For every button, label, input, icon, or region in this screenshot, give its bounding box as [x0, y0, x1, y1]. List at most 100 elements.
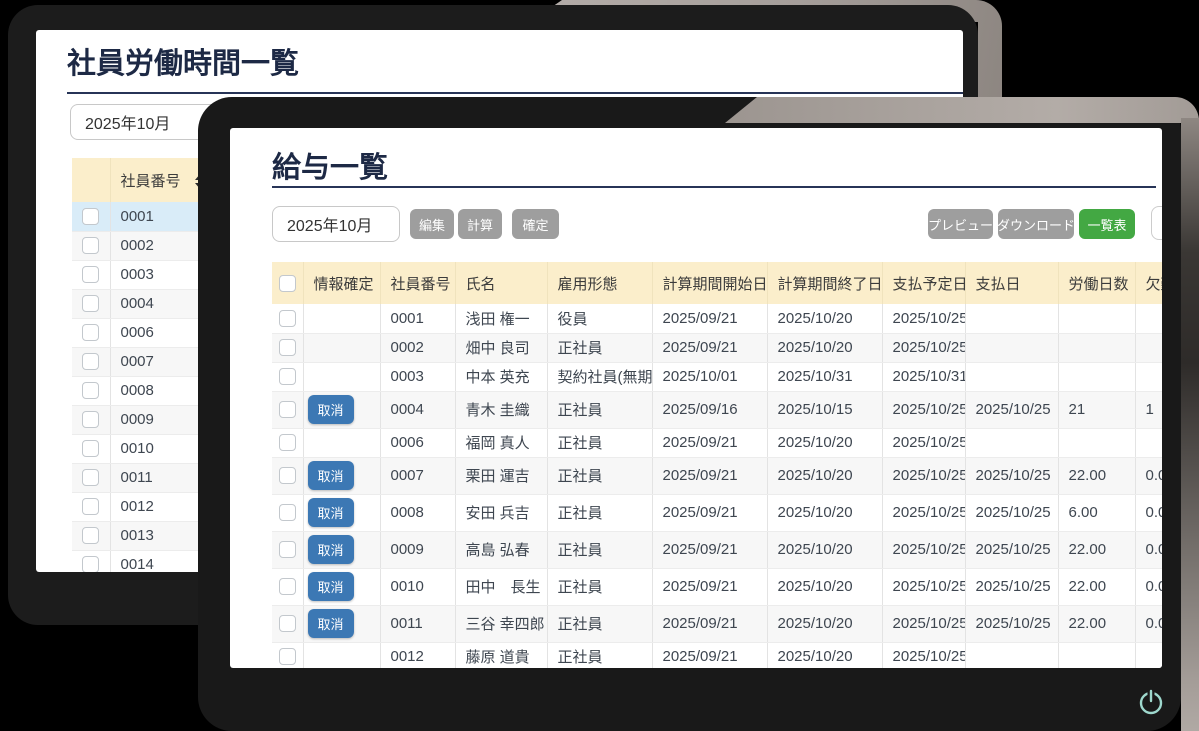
cancel-button[interactable]: 取消	[308, 498, 354, 527]
salary-row-checkbox-cell	[272, 642, 303, 668]
cancel-button[interactable]: 取消	[308, 572, 354, 601]
hours-row-checkbox[interactable]	[82, 556, 99, 572]
salary-row-checkbox[interactable]	[279, 578, 296, 595]
pay-due-date: 2025/10/25	[882, 605, 965, 642]
salary-row-checkbox[interactable]	[279, 401, 296, 418]
salary-select-all-checkbox[interactable]	[279, 275, 296, 292]
cancel-button[interactable]: 取消	[308, 395, 354, 424]
absence-days	[1135, 304, 1162, 333]
absence-days: 0.00	[1135, 531, 1162, 568]
employment-type: 正社員	[547, 494, 652, 531]
clipped-toolbar-button[interactable]	[1151, 206, 1162, 240]
pay-due-date: 2025/10/25	[882, 568, 965, 605]
preview-button[interactable]: プレビュー	[928, 209, 993, 239]
employee-name: 栗田 運吉	[455, 457, 547, 494]
salary-row-0008: 取消0008安田 兵吉正社員2025/09/212025/10/202025/1…	[272, 494, 1162, 531]
hours-header-checkbox-cell	[72, 158, 110, 202]
absence-days: 0.00	[1135, 605, 1162, 642]
period-end: 2025/10/15	[767, 391, 882, 428]
pay-date	[965, 362, 1058, 391]
absence-days: 1	[1135, 391, 1162, 428]
hours-row-checkbox[interactable]	[82, 353, 99, 370]
hours-row-checkbox[interactable]	[82, 440, 99, 457]
work-days: 21	[1058, 391, 1135, 428]
absence-days	[1135, 642, 1162, 668]
period-start: 2025/09/21	[652, 531, 767, 568]
employee-number: 0006	[380, 428, 455, 457]
employment-type: 正社員	[547, 428, 652, 457]
period-end: 2025/10/20	[767, 333, 882, 362]
absence-days: 0.00	[1135, 457, 1162, 494]
salary-row-checkbox[interactable]	[279, 434, 296, 451]
salary-header-col-9: 労働日数	[1058, 262, 1135, 304]
hours-row-checkbox[interactable]	[82, 469, 99, 486]
salary-row-checkbox[interactable]	[279, 615, 296, 632]
salary-header-col-3: 氏名	[455, 262, 547, 304]
employment-type: 正社員	[547, 605, 652, 642]
employee-name: 青木 圭織	[455, 391, 547, 428]
salary-row-checkbox-cell	[272, 428, 303, 457]
period-end: 2025/10/31	[767, 362, 882, 391]
work-days	[1058, 428, 1135, 457]
edit-button[interactable]: 編集	[410, 209, 454, 239]
cancel-button[interactable]: 取消	[308, 461, 354, 490]
salary-title-rule	[272, 186, 1156, 188]
pay-date	[965, 304, 1058, 333]
download-button[interactable]: ダウンロード	[998, 209, 1074, 239]
calculate-button[interactable]: 計算	[458, 209, 502, 239]
absence-days: 0.00	[1135, 568, 1162, 605]
pay-date	[965, 428, 1058, 457]
salary-row-checkbox[interactable]	[279, 368, 296, 385]
hours-row-checkbox[interactable]	[82, 324, 99, 341]
info-confirmed-cell: 取消	[303, 605, 380, 642]
period-end: 2025/10/20	[767, 457, 882, 494]
salary-header-col-7: 支払予定日	[882, 262, 965, 304]
salary-period-select[interactable]: 2025年10月	[272, 206, 400, 242]
salary-row-0009: 取消0009高島 弘春正社員2025/09/212025/10/202025/1…	[272, 531, 1162, 568]
pay-date: 2025/10/25	[965, 531, 1058, 568]
employee-number: 0003	[380, 362, 455, 391]
hours-row-checkbox[interactable]	[82, 237, 99, 254]
pay-date: 2025/10/25	[965, 457, 1058, 494]
employee-name: 高島 弘春	[455, 531, 547, 568]
period-end: 2025/10/20	[767, 494, 882, 531]
front-tablet-edge-top	[725, 97, 1199, 123]
period-start: 2025/09/21	[652, 605, 767, 642]
hours-row-checkbox-cell	[72, 347, 110, 376]
pay-due-date: 2025/10/25	[882, 642, 965, 668]
hours-row-checkbox[interactable]	[82, 411, 99, 428]
period-start: 2025/09/21	[652, 304, 767, 333]
hours-row-checkbox[interactable]	[82, 527, 99, 544]
pay-due-date: 2025/10/25	[882, 333, 965, 362]
salary-row-checkbox[interactable]	[279, 310, 296, 327]
pay-due-date: 2025/10/25	[882, 304, 965, 333]
cancel-button[interactable]: 取消	[308, 535, 354, 564]
hours-row-checkbox[interactable]	[82, 295, 99, 312]
salary-header-col-1: 情報確定	[303, 262, 380, 304]
work-days: 22.00	[1058, 605, 1135, 642]
salary-row-checkbox[interactable]	[279, 504, 296, 521]
period-start: 2025/09/21	[652, 428, 767, 457]
salary-row-checkbox-cell	[272, 333, 303, 362]
hours-row-checkbox[interactable]	[82, 208, 99, 225]
employment-type: 正社員	[547, 333, 652, 362]
list-report-button[interactable]: 一覧表	[1079, 209, 1135, 239]
pay-date	[965, 333, 1058, 362]
cancel-button[interactable]: 取消	[308, 609, 354, 638]
period-start: 2025/09/21	[652, 642, 767, 668]
hours-row-checkbox[interactable]	[82, 266, 99, 283]
hours-row-checkbox[interactable]	[82, 498, 99, 515]
employee-number: 0011	[380, 605, 455, 642]
salary-row-checkbox[interactable]	[279, 339, 296, 356]
employment-type: 正社員	[547, 457, 652, 494]
employment-type: 正社員	[547, 568, 652, 605]
pay-due-date: 2025/10/25	[882, 428, 965, 457]
confirm-button[interactable]: 確定	[512, 209, 559, 239]
salary-row-checkbox[interactable]	[279, 467, 296, 484]
salary-row-checkbox-cell	[272, 605, 303, 642]
salary-row-checkbox[interactable]	[279, 541, 296, 558]
hours-page-title: 社員労働時間一覧	[67, 40, 299, 82]
hours-row-checkbox[interactable]	[82, 382, 99, 399]
salary-row-checkbox-cell	[272, 457, 303, 494]
salary-row-checkbox[interactable]	[279, 648, 296, 665]
